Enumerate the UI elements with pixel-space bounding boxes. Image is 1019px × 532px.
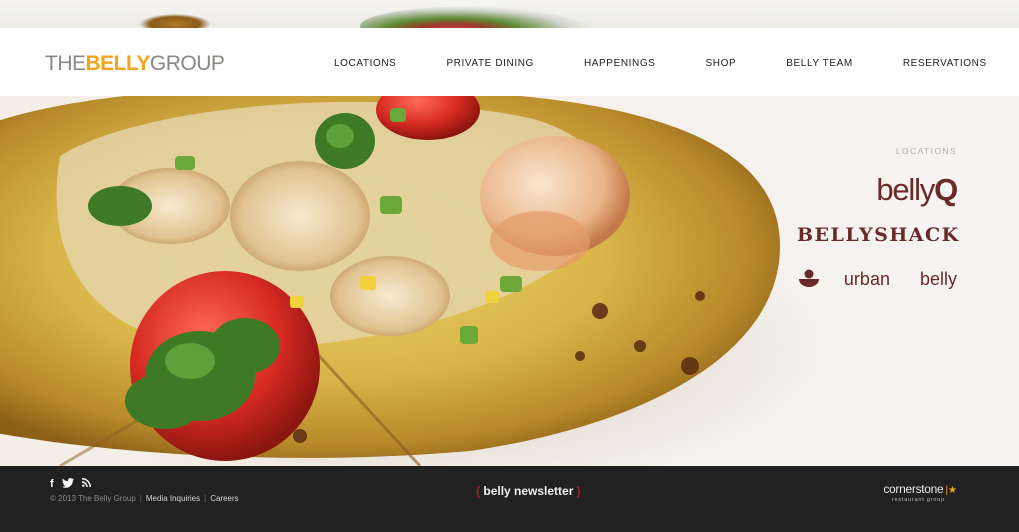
brace-open: { bbox=[476, 484, 481, 498]
nav-reservations[interactable]: RESERVATIONS bbox=[903, 58, 987, 69]
facebook-icon[interactable]: f bbox=[50, 478, 54, 491]
careers-link[interactable]: Careers bbox=[210, 494, 238, 503]
cornerstone-sub: restaurant group bbox=[891, 497, 945, 503]
media-inquiries-link[interactable]: Media Inquiries bbox=[146, 494, 200, 503]
star-icon: |★ bbox=[945, 485, 957, 496]
copyright-text: © 2013 The Belly Group bbox=[50, 494, 136, 503]
nav-private-dining[interactable]: PRIVATE DINING bbox=[446, 58, 533, 69]
location-bellyq-logo[interactable]: bellyQ bbox=[797, 172, 958, 208]
logo-the-belly-group[interactable]: THEBELLYGROUP bbox=[45, 52, 225, 76]
photo-peek-left bbox=[140, 14, 210, 28]
cornerstone-logo[interactable]: cornerstone |★ restaurant group bbox=[883, 480, 957, 503]
site-header: THEBELLYGROUP LOCATIONS PRIVATE DINING H… bbox=[0, 28, 1019, 96]
newsletter-link[interactable]: { belly newsletter } bbox=[476, 484, 581, 498]
site-footer: f © 2013 The Belly Group | Media Inquiries… bbox=[0, 466, 1019, 532]
logo-text-group: GROUP bbox=[149, 52, 225, 75]
bowl-icon bbox=[799, 268, 917, 288]
location-bellyshack-logo[interactable]: BELLYSHACK bbox=[797, 224, 958, 246]
divider: | bbox=[204, 494, 207, 503]
brace-close: } bbox=[576, 484, 581, 498]
location-urbanbelly-logo[interactable]: urban belly bbox=[797, 268, 957, 290]
hero-food-photo: LOCATIONS bellyQ BELLYSHACK urban belly bbox=[0, 96, 1019, 466]
urban-belly-text: belly bbox=[919, 269, 957, 289]
urban-text: urban bbox=[843, 269, 890, 289]
bellyq-q: Q bbox=[934, 172, 958, 207]
nav-shop[interactable]: SHOP bbox=[706, 58, 737, 69]
cornerstone-name: cornerstone bbox=[883, 482, 944, 496]
twitter-icon[interactable] bbox=[61, 478, 74, 491]
newsletter-label: belly newsletter bbox=[483, 484, 574, 498]
photo-peek-center bbox=[360, 6, 590, 28]
header-top-photo-strip bbox=[0, 0, 1019, 28]
locations-panel: LOCATIONS bellyQ BELLYSHACK urban belly bbox=[797, 146, 958, 290]
rss-icon[interactable] bbox=[81, 478, 91, 491]
logo-text-belly: BELLY bbox=[85, 52, 151, 75]
main-nav: LOCATIONS PRIVATE DINING HAPPENINGS SHOP… bbox=[334, 58, 987, 69]
nav-locations[interactable]: LOCATIONS bbox=[334, 58, 396, 69]
divider: | bbox=[139, 494, 142, 503]
social-links: f bbox=[50, 478, 91, 491]
nav-happenings[interactable]: HAPPENINGS bbox=[584, 58, 656, 69]
bellyq-text: belly bbox=[876, 172, 935, 207]
logo-text-the: THE bbox=[45, 52, 86, 75]
footer-links: © 2013 The Belly Group | Media Inquiries | C… bbox=[50, 494, 239, 503]
nav-belly-team[interactable]: BELLY TEAM bbox=[786, 58, 853, 69]
locations-heading: LOCATIONS bbox=[895, 146, 957, 156]
